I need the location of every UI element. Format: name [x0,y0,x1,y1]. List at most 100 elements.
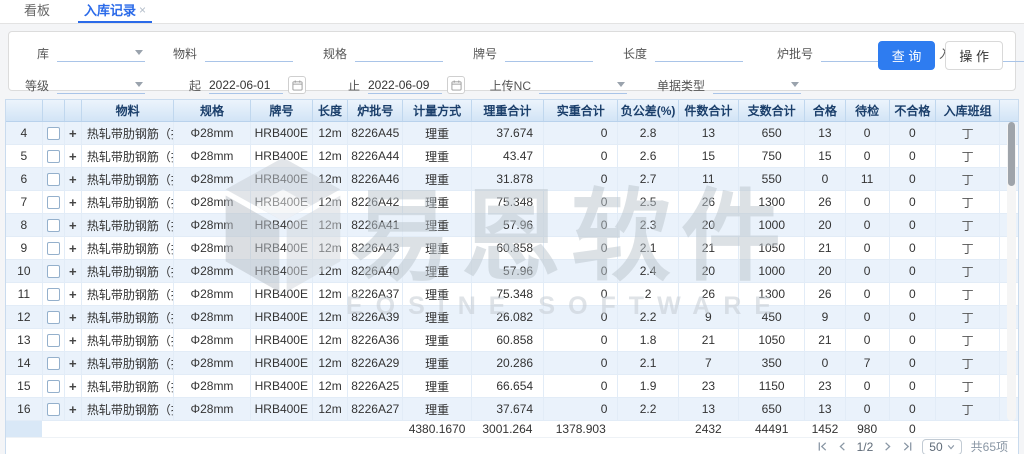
page-size-select[interactable]: 50 [922,439,961,454]
column-header[interactable]: 牌号 [250,100,312,122]
expand-icon[interactable]: + [69,333,77,348]
column-header[interactable]: 炉批号 [348,100,403,122]
row-checkbox[interactable] [47,380,60,393]
tab-close-icon[interactable]: × [139,3,146,17]
warehouse-select[interactable] [57,44,145,62]
cell-team: 丁 [935,122,999,145]
length-input[interactable] [655,44,743,62]
first-page-button[interactable] [817,441,828,452]
filter-row-2: 等级 起 2022-06-01 止 2022-06-09 上传NC 单据类型 [23,73,1001,97]
cell-spec: Φ28mm [174,237,250,260]
table-row[interactable]: 15+热轧带肋钢筋（抗震）Φ28mmHRB400E12m8226A25理重66.… [6,375,1018,398]
table-row[interactable]: 10+热轧带肋钢筋（抗震）Φ28mmHRB400E12m8226A40理重57.… [6,260,1018,283]
expand-icon[interactable]: + [69,241,77,256]
cell-pending: 0 [845,398,889,421]
table-row[interactable]: 8+热轧带肋钢筋（抗震）Φ28mmHRB400E12m8226A41理重57.9… [6,214,1018,237]
cell-material: 热轧带肋钢筋（抗震） [81,191,173,214]
column-header[interactable]: 规格 [174,100,250,122]
cell-length: 12m [312,260,347,283]
upload-nc-label: 上传NC [485,77,531,94]
material-field: 物料 [167,44,293,62]
vertical-scrollbar-thumb[interactable] [1008,122,1015,186]
column-header[interactable]: 不合格 [889,100,935,122]
cell-pending: 0 [845,145,889,168]
upload-nc-select[interactable] [539,76,627,94]
cell-num: 12 [6,306,42,329]
column-header[interactable]: 待检 [845,100,889,122]
expand-icon[interactable]: + [69,356,77,371]
last-page-button[interactable] [902,441,913,452]
column-header[interactable]: 件数合计 [678,100,738,122]
row-checkbox[interactable] [47,150,60,163]
tab-bar: 看板 入库记录 × [0,0,1024,24]
cell-material: 热轧带肋钢筋（抗震） [81,306,173,329]
date-to-input[interactable]: 2022-06-09 [368,76,442,94]
table-row[interactable]: 9+热轧带肋钢筋（抗震）Φ28mmHRB400E12m8226A43理重60.8… [6,237,1018,260]
date-from-input[interactable]: 2022-06-01 [209,76,283,94]
expand-icon[interactable]: + [69,379,77,394]
row-checkbox[interactable] [47,357,60,370]
table-row[interactable]: 16+热轧带肋钢筋（抗震）Φ28mmHRB400E12m8226A27理重37.… [6,398,1018,421]
doc-type-select[interactable] [713,76,801,94]
expand-icon[interactable]: + [69,218,77,233]
table-row[interactable]: 4+热轧带肋钢筋（抗震）Φ28mmHRB400E12m8226A45理重37.6… [6,122,1018,145]
row-checkbox[interactable] [47,219,60,232]
column-header[interactable]: 理重合计 [471,100,543,122]
expand-icon[interactable]: + [69,287,77,302]
cell-tolerance: 2 [618,283,678,306]
calendar-icon[interactable] [288,76,306,94]
expand-icon[interactable]: + [69,195,77,210]
operate-button[interactable]: 操 作 [945,41,1003,70]
column-header[interactable]: 实重合计 [544,100,618,122]
warehouse-field: 库 [23,44,145,62]
table-row[interactable]: 14+热轧带肋钢筋（抗震）Φ28mmHRB400E12m8226A29理重20.… [6,352,1018,375]
length-label: 长度 [617,45,647,62]
table-row[interactable]: 13+热轧带肋钢筋（抗震）Φ28mmHRB400E12m8226A36理重60.… [6,329,1018,352]
column-header[interactable]: 入库班组 [935,100,999,122]
expand-icon[interactable]: + [69,126,77,141]
expand-icon[interactable]: + [69,264,77,279]
column-header[interactable]: 计量方式 [403,100,471,122]
row-checkbox[interactable] [47,196,60,209]
tab-dashboard[interactable]: 看板 [18,0,56,23]
row-checkbox[interactable] [47,127,60,140]
row-checkbox[interactable] [47,403,60,416]
table-row[interactable]: 11+热轧带肋钢筋（抗震）Φ28mmHRB400E12m8226A37理重75.… [6,283,1018,306]
cell-material: 热轧带肋钢筋（抗震） [81,122,173,145]
column-header[interactable]: 支数合计 [739,100,805,122]
table-row[interactable]: 12+热轧带肋钢筋（抗震）Φ28mmHRB400E12m8226A39理重26.… [6,306,1018,329]
expand-icon[interactable]: + [69,149,77,164]
brand-input[interactable] [505,44,593,62]
calendar-icon[interactable] [447,76,465,94]
expand-icon[interactable]: + [69,172,77,187]
cell-spec: Φ28mm [174,283,250,306]
row-checkbox[interactable] [47,311,60,324]
row-checkbox[interactable] [47,265,60,278]
prev-page-button[interactable] [837,441,848,452]
table-row[interactable]: 6+热轧带肋钢筋（抗震）Φ28mmHRB400E12m8226A46理重31.8… [6,168,1018,191]
next-page-button[interactable] [882,441,893,452]
material-input[interactable] [205,44,293,62]
column-header[interactable]: 物料 [81,100,173,122]
cell-spec: Φ28mm [174,352,250,375]
grade-select[interactable] [57,76,145,94]
cell-qualified: 21 [805,237,845,260]
cell-bars: 1050 [739,237,805,260]
tab-dashboard-label: 看板 [24,0,50,19]
row-checkbox[interactable] [47,334,60,347]
expand-icon[interactable]: + [69,310,77,325]
row-checkbox[interactable] [47,288,60,301]
column-header[interactable]: 长度 [312,100,347,122]
tab-inbound-records[interactable]: 入库记录 × [78,0,152,23]
spec-input[interactable] [355,44,443,62]
column-header[interactable]: 负公差(%) [618,100,678,122]
cell-actual: 0 [544,237,618,260]
expand-icon[interactable]: + [69,402,77,417]
row-checkbox[interactable] [47,242,60,255]
row-checkbox[interactable] [47,173,60,186]
column-header[interactable]: 合格 [805,100,845,122]
table-row[interactable]: 7+热轧带肋钢筋（抗震）Φ28mmHRB400E12m8226A42理重75.3… [6,191,1018,214]
query-button[interactable]: 查 询 [878,41,936,70]
table-row[interactable]: 5+热轧带肋钢筋（抗震）Φ28mmHRB400E12m8226A44理重43.4… [6,145,1018,168]
cell-bars: 650 [739,398,805,421]
